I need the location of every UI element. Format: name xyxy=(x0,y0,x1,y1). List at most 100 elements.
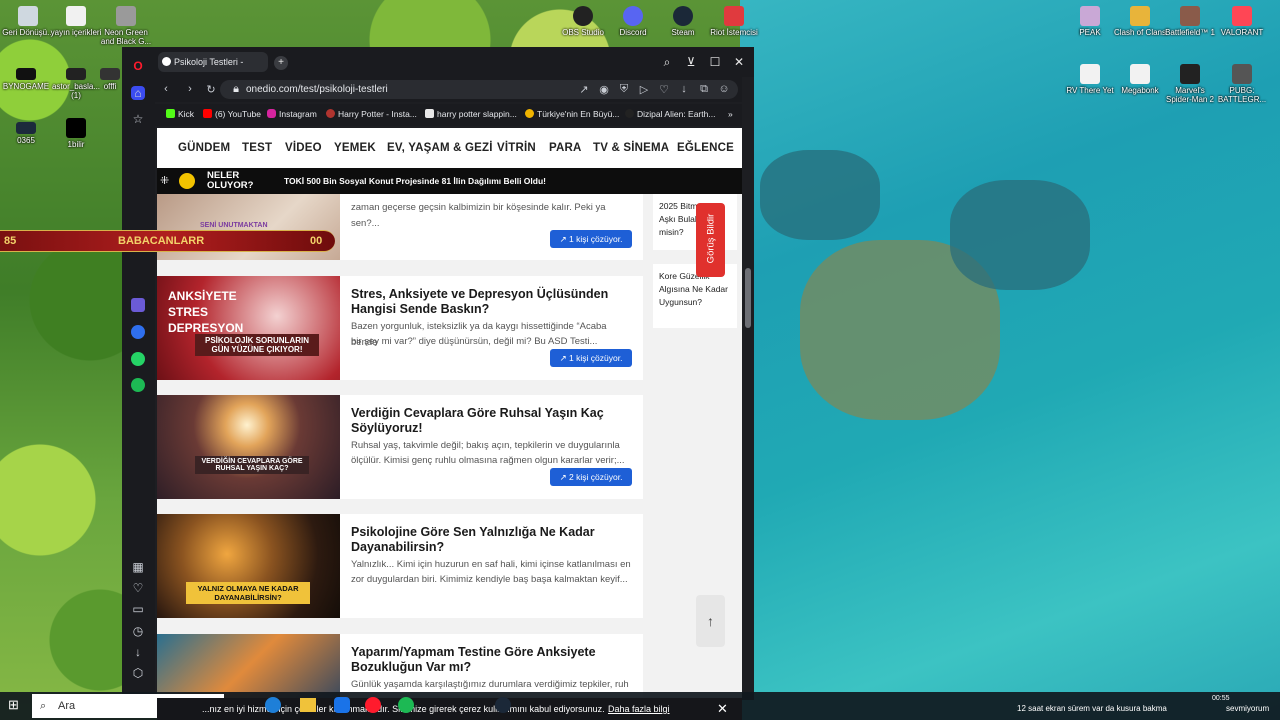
menu-gundem[interactable]: GÜNDEM xyxy=(178,142,230,154)
bookmark-harry-potter-slapping[interactable]: harry potter slappin... xyxy=(425,108,517,120)
desktop-icon-pubg[interactable]: PUBG: BATTLEGR... xyxy=(1214,64,1270,104)
bookmark-instagram[interactable]: Instagram xyxy=(267,108,317,120)
play-icon[interactable]: ▷ xyxy=(638,83,650,96)
desktop-icon-bynogame[interactable]: BYNOGAME xyxy=(0,68,54,91)
opera-logo-icon[interactable]: O xyxy=(131,59,145,73)
aria-icon[interactable] xyxy=(131,298,145,312)
whatsapp-icon[interactable] xyxy=(131,352,145,366)
star-icon[interactable]: ☆ xyxy=(131,112,145,126)
windows-start-icon[interactable]: ⊞ xyxy=(8,698,22,712)
forward-icon[interactable]: › xyxy=(184,83,196,95)
history-icon[interactable]: ◷ xyxy=(131,624,145,638)
opera-taskbar-icon[interactable] xyxy=(365,697,381,713)
thumbnail-text: ANKSİYETE STRES DEPRESYON xyxy=(168,289,244,335)
box-icon[interactable]: ⬡ xyxy=(131,666,145,680)
test-desc-line1: Günlük yaşamda karşılaştığımız durumlara… xyxy=(351,679,629,690)
desktop-icon-folder[interactable]: yayın içerikleri xyxy=(48,6,104,37)
ticker-headline[interactable]: TOKİ 500 Bin Sosyal Konut Projesinde 81 … xyxy=(284,176,546,186)
desktop-icon-battlefield[interactable]: Battlefield™ 1 xyxy=(1162,6,1218,37)
store-taskbar-icon[interactable] xyxy=(334,697,350,713)
app-icon xyxy=(66,118,86,138)
desktop-icon-peak[interactable]: PEAK xyxy=(1062,6,1118,37)
desktop-icon-riot[interactable]: Riot İstemcisi xyxy=(706,6,762,37)
test-title[interactable]: Stres, Anksiyete ve Depresyon Üçlüsünden… xyxy=(351,287,621,317)
image-icon xyxy=(116,6,136,26)
search-icon: ⌕ xyxy=(40,700,47,712)
heart-icon[interactable]: ♡ xyxy=(658,83,670,96)
desktop-icon-clash[interactable]: Clash of Clans xyxy=(1112,6,1168,37)
grid-icon[interactable]: ⁜ xyxy=(160,174,169,187)
scroll-to-top-button[interactable]: ↑ xyxy=(696,595,725,647)
camera-icon[interactable]: ◉ xyxy=(598,83,610,96)
tab-active[interactable]: Psikoloji Testleri - Onedio xyxy=(158,52,268,87)
new-tab-button[interactable]: + xyxy=(274,56,288,70)
cast-icon[interactable]: ▭ xyxy=(131,602,145,616)
test-thumbnail[interactable] xyxy=(157,634,340,698)
desktop-icon-megabonk[interactable]: Megabonk xyxy=(1112,64,1168,95)
messenger-icon[interactable] xyxy=(131,325,145,339)
document-icon xyxy=(1130,64,1150,84)
test-title[interactable]: Verdiğin Cevaplara Göre Ruhsal Yaşın Kaç… xyxy=(351,406,621,436)
bookmark-kick[interactable]: Kick xyxy=(166,108,194,120)
trend-icon: ↗ xyxy=(559,234,570,244)
bookmark-harry-potter[interactable]: Harry Potter - Insta... xyxy=(326,108,417,120)
menu-video[interactable]: VİDEO xyxy=(285,142,322,154)
bookmark-turkiye[interactable]: Türkiye'nin En Büyü... xyxy=(525,108,619,120)
menu-para[interactable]: PARA xyxy=(549,142,582,154)
shield-icon[interactable]: ⛨ xyxy=(618,83,630,96)
test-title[interactable]: Yaparım/Yapmam Testine Göre Anksiyete Bo… xyxy=(351,645,621,675)
solving-badge[interactable]: ↗ 1 kişi çözüyor. xyxy=(550,230,632,248)
desktop-icon-discord[interactable]: Discord xyxy=(605,6,661,37)
bookmark-youtube[interactable]: (6) YouTube xyxy=(203,108,261,120)
test-title[interactable]: Psikolojine Göre Sen Yalnızlığa Ne Kadar… xyxy=(351,525,621,555)
test-thumbnail[interactable] xyxy=(157,395,340,499)
menu-yemek[interactable]: YEMEK xyxy=(334,142,376,154)
desktop-icon-image[interactable]: Neon Green and Black G... xyxy=(98,6,154,46)
menu-ev-yasam[interactable]: EV, YAŞAM & GEZİ xyxy=(387,142,493,154)
clock[interactable]: 00:55 xyxy=(1212,695,1230,702)
cookie-more-link[interactable]: Daha fazla bilgi xyxy=(608,698,670,720)
menu-eglence[interactable]: EĞLENCE xyxy=(677,142,734,154)
home-icon[interactable]: ⌂ xyxy=(131,86,145,100)
scrollbar-thumb[interactable] xyxy=(745,268,751,328)
minimize-all-icon[interactable]: ⊻ xyxy=(684,55,698,69)
desktop-icon-spiderman[interactable]: Marvel's Spider-Man 2 xyxy=(1162,64,1218,104)
menu-tv-sinema[interactable]: TV & SİNEMA xyxy=(593,142,669,154)
back-icon[interactable]: ‹ xyxy=(160,83,172,95)
desktop-icon-0365[interactable]: 0365 xyxy=(0,122,54,145)
solving-badge[interactable]: ↗ 1 kişi çözüyor. xyxy=(550,349,632,367)
spotify-taskbar-icon[interactable] xyxy=(398,697,414,713)
bookmark-dizipal[interactable]: Dizipal Alien: Earth... xyxy=(625,108,715,120)
spotify-icon[interactable] xyxy=(131,378,145,392)
desktop-icon-obs[interactable]: OBS Studio xyxy=(555,6,611,37)
bookmarks-overflow-icon[interactable]: » xyxy=(728,108,733,120)
solving-badge[interactable]: ↗ 2 kişi çözüyor. xyxy=(550,468,632,486)
steam-taskbar-icon[interactable] xyxy=(495,697,511,713)
feedback-button[interactable]: Görüş Bildir xyxy=(696,203,725,277)
heart-icon[interactable]: ♡ xyxy=(131,581,145,595)
page-scrollbar[interactable] xyxy=(742,128,754,698)
search-tabs-icon[interactable]: ⌕ xyxy=(660,55,674,69)
menu-vitrin[interactable]: VİTRİN xyxy=(497,142,536,154)
desktop-icon-steam[interactable]: Steam xyxy=(655,6,711,37)
site-icon xyxy=(625,109,634,118)
close-window-button[interactable]: ✕ xyxy=(732,55,746,69)
reload-icon[interactable]: ↻ xyxy=(205,83,217,96)
desktop-icon-rv[interactable]: RV There Yet xyxy=(1062,64,1118,95)
download-icon[interactable]: ↓ xyxy=(678,83,690,95)
apps-icon[interactable]: ▦ xyxy=(131,560,145,574)
share-icon[interactable]: ↗ xyxy=(578,83,590,96)
profile-icon[interactable]: ☺ xyxy=(718,83,730,95)
menu-test[interactable]: TEST xyxy=(242,142,272,154)
thumbnail-text: SENİ UNUTMAKTAN xyxy=(200,222,268,229)
extensions-icon[interactable]: ⧉ xyxy=(698,83,710,96)
download-icon[interactable]: ↓ xyxy=(131,645,145,659)
onedio-favicon-icon xyxy=(162,57,171,66)
desktop-icon-1bilir[interactable]: 1bilir xyxy=(48,118,104,149)
test-desc-line1: Yalnızlık... Kimi için huzurun en saf ha… xyxy=(351,559,631,570)
desktop-icon-valorant[interactable]: VALORANT xyxy=(1214,6,1270,37)
explorer-taskbar-icon[interactable] xyxy=(300,698,316,712)
edge-taskbar-icon[interactable] xyxy=(265,697,281,713)
cookie-close-icon[interactable]: ✕ xyxy=(717,698,728,720)
maximize-button[interactable]: ☐ xyxy=(708,55,722,69)
